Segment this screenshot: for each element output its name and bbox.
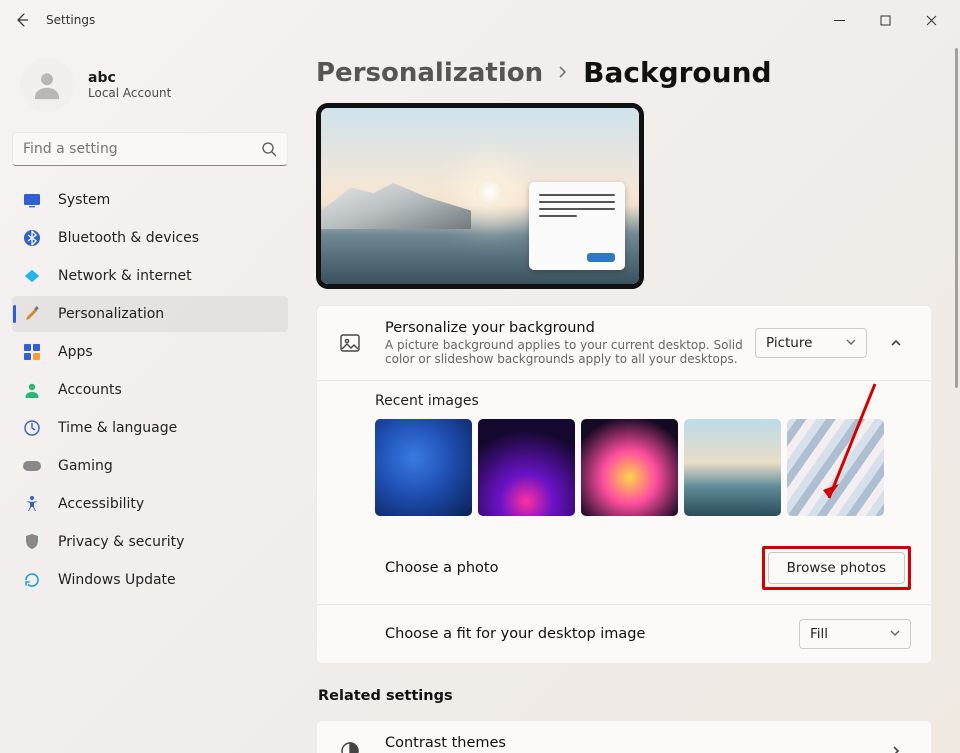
- recent-images-title: Recent images: [317, 381, 931, 419]
- nav-time-language[interactable]: Time & language: [12, 410, 288, 446]
- gamepad-icon: [22, 456, 42, 476]
- nav-apps[interactable]: Apps: [12, 334, 288, 370]
- nav-list: System Bluetooth & devices Network & int…: [12, 182, 288, 598]
- nav-system[interactable]: System: [12, 182, 288, 218]
- search-box[interactable]: [12, 132, 288, 166]
- window-close-button[interactable]: [908, 4, 954, 36]
- choose-photo-title: Choose a photo: [385, 560, 762, 576]
- nav-label: System: [58, 192, 110, 208]
- nav-windows-update[interactable]: Windows Update: [12, 562, 288, 598]
- chevron-down-icon: [846, 335, 856, 351]
- dropdown-value: Picture: [766, 335, 812, 351]
- go-button[interactable]: [881, 736, 911, 753]
- recent-image-thumb[interactable]: [375, 419, 472, 516]
- back-button[interactable]: [2, 0, 42, 40]
- nav-label: Accessibility: [58, 496, 144, 512]
- nav-gaming[interactable]: Gaming: [12, 448, 288, 484]
- shield-icon: [22, 532, 42, 552]
- chevron-down-icon: [890, 626, 900, 642]
- recent-images-strip: [317, 419, 931, 532]
- page-title: Background: [583, 56, 771, 89]
- window-minimize-button[interactable]: [816, 4, 862, 36]
- nav-label: Privacy & security: [58, 534, 184, 550]
- paintbrush-icon: [22, 304, 42, 324]
- background-type-dropdown[interactable]: Picture: [755, 328, 867, 358]
- search-input[interactable]: [23, 141, 261, 157]
- choose-fit-title: Choose a fit for your desktop image: [385, 626, 799, 642]
- accessibility-icon: [22, 494, 42, 514]
- monitor-icon: [22, 190, 42, 210]
- breadcrumb: Personalization Background: [316, 46, 932, 103]
- contrast-themes-row[interactable]: Contrast themes Color themes for low vis…: [317, 721, 931, 753]
- globe-clock-icon: [22, 418, 42, 438]
- contrast-title: Contrast themes: [385, 735, 881, 751]
- update-icon: [22, 570, 42, 590]
- nav-accessibility[interactable]: Accessibility: [12, 486, 288, 522]
- account-name: abc: [88, 70, 171, 86]
- nav-personalization[interactable]: Personalization: [12, 296, 288, 332]
- nav-accounts[interactable]: Accounts: [12, 372, 288, 408]
- nav-label: Accounts: [58, 382, 122, 398]
- picture-icon: [337, 330, 363, 356]
- related-settings-heading: Related settings: [318, 688, 932, 704]
- wifi-icon: [22, 266, 42, 286]
- nav-label: Personalization: [58, 306, 164, 322]
- related-settings-card: Contrast themes Color themes for low vis…: [316, 720, 932, 753]
- nav-bluetooth[interactable]: Bluetooth & devices: [12, 220, 288, 256]
- breadcrumb-parent[interactable]: Personalization: [316, 58, 543, 88]
- dropdown-value: Fill: [810, 626, 828, 642]
- nav-label: Time & language: [58, 420, 177, 436]
- nav-privacy[interactable]: Privacy & security: [12, 524, 288, 560]
- bluetooth-icon: [22, 228, 42, 248]
- nav-label: Bluetooth & devices: [58, 230, 199, 246]
- collapse-button[interactable]: [881, 328, 911, 358]
- recent-image-thumb[interactable]: [478, 419, 575, 516]
- content-pane: Personalization Background Pers: [300, 40, 960, 753]
- nav-network[interactable]: Network & internet: [12, 258, 288, 294]
- app-title: Settings: [42, 13, 95, 27]
- annotation-highlight: Browse photos: [762, 546, 911, 590]
- chevron-up-icon: [890, 337, 902, 349]
- maximize-icon: [880, 15, 891, 26]
- person-icon: [22, 380, 42, 400]
- avatar: [20, 58, 74, 112]
- account-header[interactable]: abc Local Account: [12, 50, 288, 126]
- nav-label: Windows Update: [58, 572, 176, 588]
- browse-photos-button[interactable]: Browse photos: [768, 552, 905, 584]
- contrast-icon: [337, 738, 363, 753]
- recent-image-thumb[interactable]: [787, 419, 884, 516]
- sidebar: abc Local Account System Bluetooth & d: [0, 40, 300, 753]
- titlebar: Settings: [0, 0, 960, 40]
- recent-image-thumb[interactable]: [684, 419, 781, 516]
- chevron-right-icon: [557, 62, 569, 83]
- scrollbar[interactable]: [955, 48, 958, 388]
- browse-photos-label: Browse photos: [787, 560, 886, 576]
- fit-dropdown[interactable]: Fill: [799, 619, 911, 649]
- search-icon: [261, 141, 277, 157]
- back-arrow-icon: [14, 12, 30, 28]
- window-maximize-button[interactable]: [862, 4, 908, 36]
- personalize-title: Personalize your background: [385, 320, 755, 336]
- chevron-right-icon: [890, 745, 902, 753]
- nav-label: Apps: [58, 344, 93, 360]
- minimize-icon: [834, 15, 845, 26]
- apps-icon: [22, 342, 42, 362]
- nav-label: Network & internet: [58, 268, 192, 284]
- desktop-preview: [316, 103, 644, 289]
- personalize-sub: A picture background applies to your cur…: [385, 338, 755, 366]
- close-icon: [926, 15, 937, 26]
- nav-label: Gaming: [58, 458, 113, 474]
- account-type: Local Account: [88, 86, 171, 100]
- personalize-card: Personalize your background A picture ba…: [316, 305, 932, 664]
- recent-image-thumb[interactable]: [581, 419, 678, 516]
